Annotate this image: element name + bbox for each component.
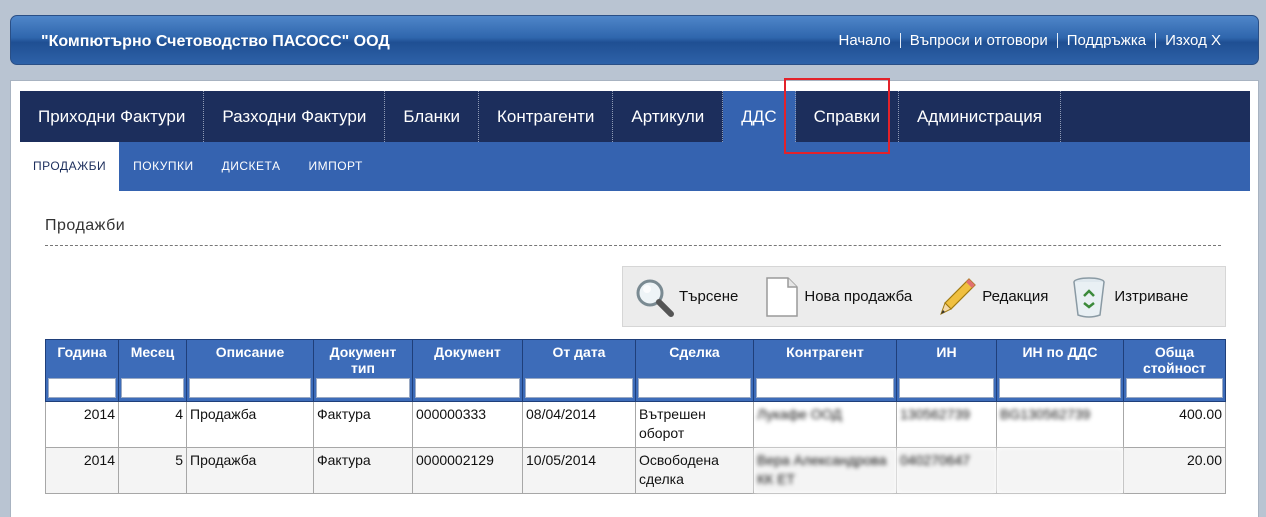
- filter-document-type-input[interactable]: [316, 378, 410, 398]
- nav-income-invoices[interactable]: Приходни Фактури: [20, 91, 205, 142]
- subnav-sales[interactable]: ПРОДАЖБИ: [20, 142, 120, 191]
- cell-from-date: 08/04/2014: [522, 401, 636, 448]
- cell-deal: Освободена сделка: [635, 447, 754, 494]
- magnifier-icon: [633, 276, 675, 318]
- nav-expense-invoices[interactable]: Разходни Фактури: [204, 91, 386, 142]
- cell-deal: Вътрешен оборот: [635, 401, 754, 448]
- cell-vat-id: [996, 447, 1124, 494]
- filter-description-input[interactable]: [189, 378, 311, 398]
- main-nav: Приходни Фактури Разходни Фактури Бланки…: [20, 91, 1250, 142]
- search-button[interactable]: Търсене: [633, 266, 738, 327]
- cell-from-date: 10/05/2014: [522, 447, 636, 494]
- cell-description: Продажба: [186, 447, 314, 494]
- filter-deal-input[interactable]: [638, 378, 751, 398]
- filter-month-input[interactable]: [121, 378, 184, 398]
- page-title: Продажби: [45, 217, 126, 234]
- cell-month: 5: [118, 447, 187, 494]
- nav-contractors[interactable]: Контрагенти: [479, 91, 614, 142]
- filter-vat-id-input[interactable]: [999, 378, 1121, 398]
- subnav-import[interactable]: ИМПОРТ: [294, 142, 376, 191]
- cell-id-number: 040270647: [896, 447, 997, 494]
- cell-month: 4: [118, 401, 187, 448]
- nav-reports[interactable]: Справки: [796, 91, 899, 142]
- link-home[interactable]: Начало: [829, 33, 899, 48]
- filter-total-value-input[interactable]: [1126, 378, 1223, 398]
- company-name: "Компютърно Счетоводство ПАСОСС" ООД: [41, 33, 390, 50]
- cell-document-type: Фактура: [313, 447, 413, 494]
- cell-contractor: Вера Александрова КК ЕТ: [753, 447, 897, 494]
- col-contractor: Контрагент: [753, 339, 897, 402]
- nav-articles[interactable]: Артикули: [613, 91, 724, 142]
- sub-nav: ПРОДАЖБИ ПОКУПКИ ДИСКЕТА ИМПОРТ: [20, 142, 1250, 191]
- col-deal: Сделка: [635, 339, 754, 402]
- cell-vat-id: BG130562739: [996, 401, 1124, 448]
- delete-button[interactable]: Изтриване: [1070, 266, 1188, 327]
- table-row[interactable]: 2014 5 Продажба Фактура 0000002129 10/05…: [45, 447, 1226, 494]
- cell-id-number: 130562739: [896, 401, 997, 448]
- link-support[interactable]: Поддръжка: [1056, 33, 1155, 48]
- col-document-type: Документ тип: [313, 339, 413, 402]
- cell-year: 2014: [45, 447, 119, 494]
- app-header: "Компютърно Счетоводство ПАСОСС" ООД Нач…: [10, 15, 1259, 65]
- filter-id-number-input[interactable]: [899, 378, 994, 398]
- table-header-row: Година Месец Описание Документ тип Докум…: [45, 339, 1226, 402]
- nav-forms[interactable]: Бланки: [385, 91, 480, 142]
- cell-year: 2014: [45, 401, 119, 448]
- link-logout[interactable]: Изход X: [1155, 33, 1230, 48]
- table-row[interactable]: 2014 4 Продажба Фактура 000000333 08/04/…: [45, 401, 1226, 448]
- edit-button[interactable]: Редакция: [938, 266, 1048, 327]
- cell-document: 0000002129: [412, 447, 523, 494]
- delete-label: Изтриване: [1114, 288, 1189, 305]
- col-description: Описание: [186, 339, 314, 402]
- col-year: Година: [45, 339, 119, 402]
- subnav-diskette[interactable]: ДИСКЕТА: [208, 142, 295, 191]
- edit-label: Редакция: [982, 288, 1049, 305]
- filter-document-input[interactable]: [415, 378, 520, 398]
- link-faq[interactable]: Въпроси и отговори: [899, 33, 1057, 48]
- col-id-number: ИН: [896, 339, 997, 402]
- cell-total-value: 400.00: [1123, 401, 1226, 448]
- subnav-purchases[interactable]: ПОКУПКИ: [119, 142, 207, 191]
- document-icon: [764, 276, 800, 318]
- filter-year-input[interactable]: [48, 378, 116, 398]
- search-label: Търсене: [679, 288, 739, 305]
- title-divider: [45, 245, 1221, 246]
- nav-administration[interactable]: Администрация: [899, 91, 1061, 142]
- recycle-bin-icon: [1070, 276, 1108, 318]
- cell-document-type: Фактура: [313, 401, 413, 448]
- cell-total-value: 20.00: [1123, 447, 1226, 494]
- col-month: Месец: [118, 339, 187, 402]
- cell-description: Продажба: [186, 401, 314, 448]
- filter-contractor-input[interactable]: [756, 378, 894, 398]
- new-sale-button[interactable]: Нова продажба: [764, 266, 912, 327]
- filter-from-date-input[interactable]: [525, 378, 633, 398]
- toolbar: Търсене Нова продажба Редакция Изтриване: [622, 266, 1226, 327]
- content-panel: Приходни Фактури Разходни Фактури Бланки…: [10, 80, 1259, 517]
- col-from-date: От дата: [522, 339, 636, 402]
- new-sale-label: Нова продажба: [804, 288, 913, 305]
- col-document: Документ: [412, 339, 523, 402]
- pencil-icon: [938, 276, 978, 318]
- sales-table: Година Месец Описание Документ тип Докум…: [45, 339, 1226, 494]
- cell-document: 000000333: [412, 401, 523, 448]
- nav-vat[interactable]: ДДС: [723, 91, 796, 142]
- col-total-value: Обща стойност: [1123, 339, 1226, 402]
- cell-contractor: Лукафе ООД: [753, 401, 897, 448]
- col-vat-id: ИН по ДДС: [996, 339, 1124, 402]
- top-links: Начало Въпроси и отговори Поддръжка Изхо…: [829, 33, 1230, 48]
